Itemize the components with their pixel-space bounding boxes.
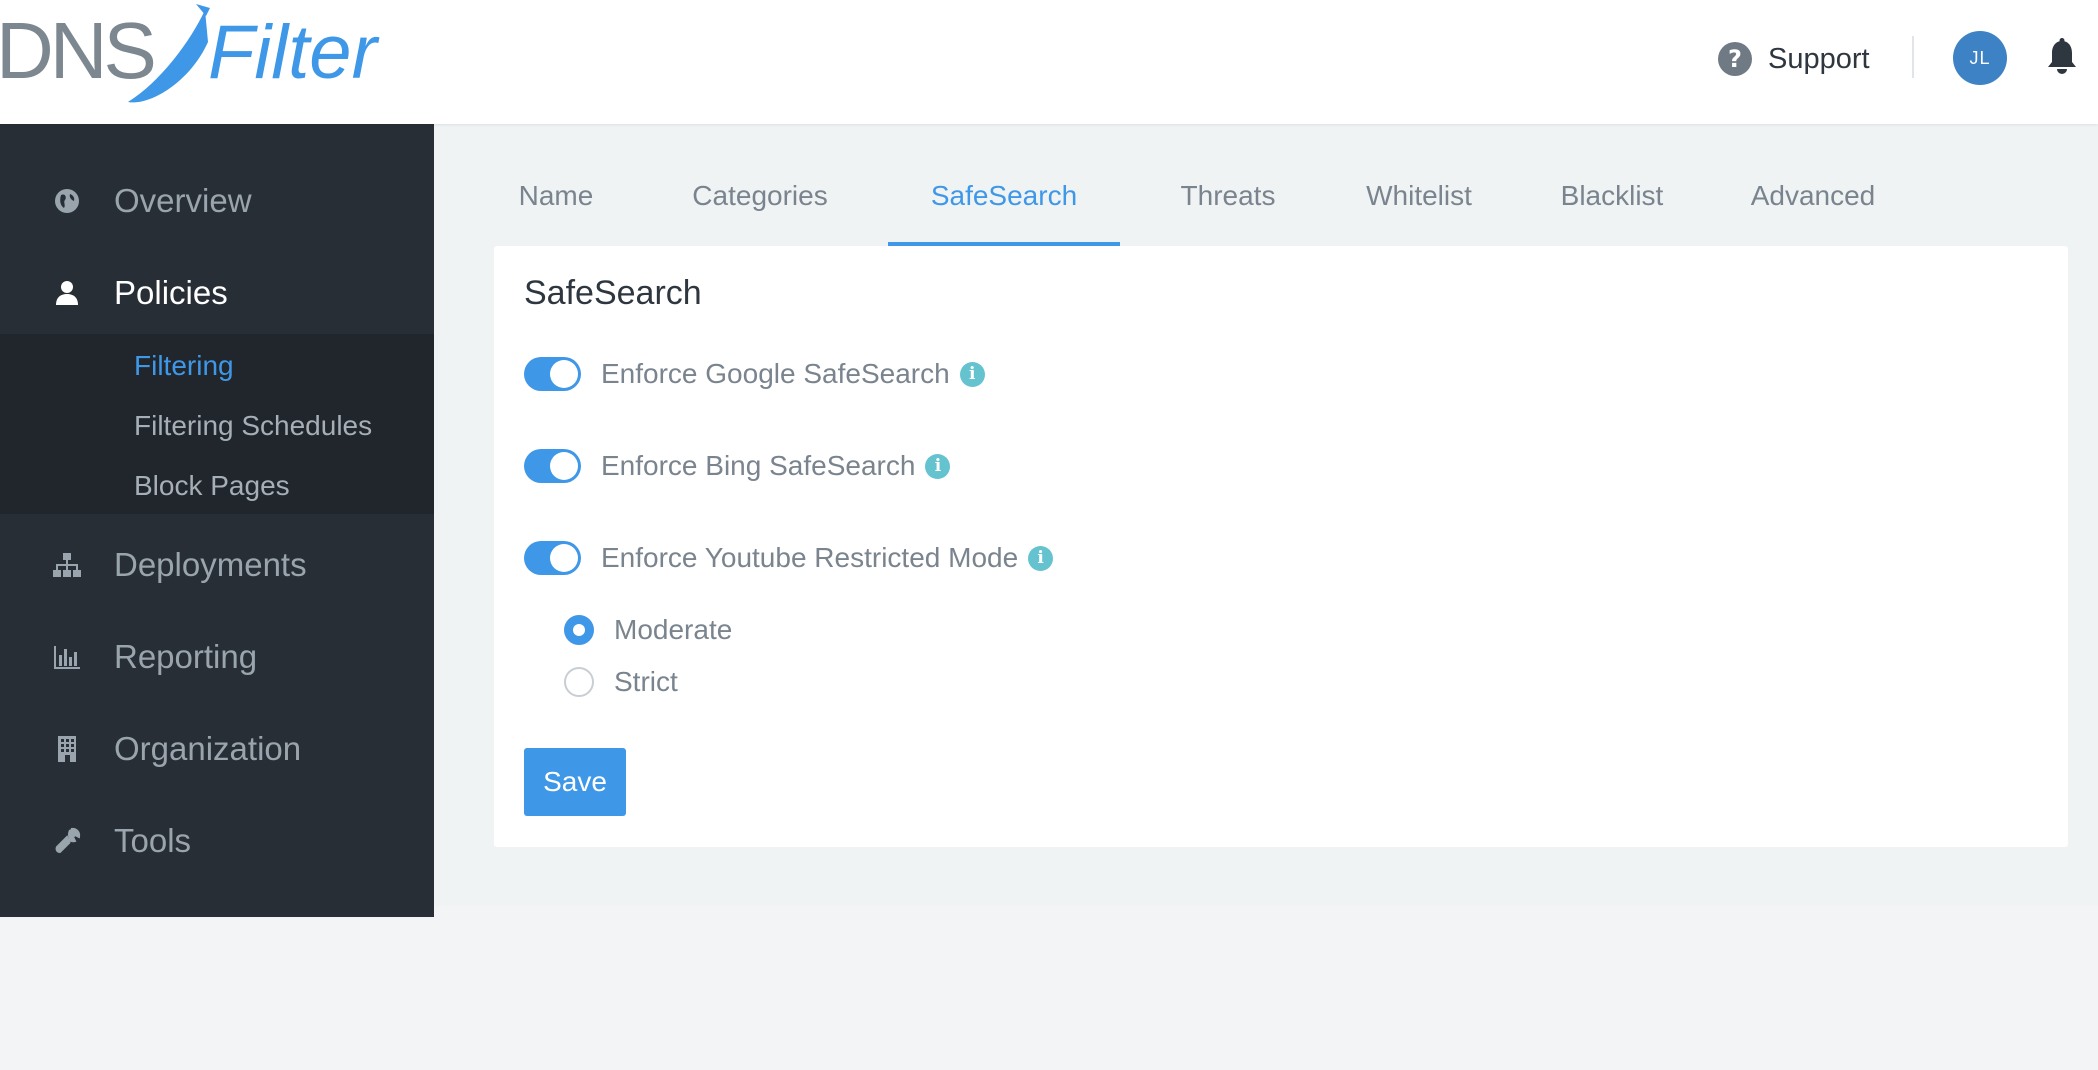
google-safesearch-row: Enforce Google SafeSearch i [524,354,985,394]
tab-safesearch[interactable]: SafeSearch [888,152,1120,246]
sidebar-item-tools[interactable]: Tools [0,806,434,876]
bar-chart-icon [52,642,82,672]
tab-threats[interactable]: Threats [1166,152,1290,246]
user-icon [52,278,82,308]
toggle-knob [550,360,578,388]
sidebar-nav: Overview Policies Filtering Filtering Sc… [0,124,434,917]
sidebar-item-overview[interactable]: Overview [0,166,434,236]
bell-icon[interactable] [2047,38,2077,76]
youtube-mode-strict[interactable]: Strict [564,664,678,700]
safesearch-card: SafeSearch Enforce Google SafeSearch i E… [494,246,2068,847]
sidebar-item-reporting[interactable]: Reporting [0,622,434,692]
subnav-item-filtering-schedules[interactable]: Filtering Schedules [134,410,372,442]
question-circle-icon: ? [1718,42,1752,76]
sidebar-item-deployments[interactable]: Deployments [0,530,434,600]
sidebar-item-organization[interactable]: Organization [0,714,434,784]
radio-label: Strict [614,666,678,697]
sitemap-icon [52,550,82,580]
info-icon[interactable]: i [1028,545,1054,571]
logo-text-dns: DNS [0,6,154,95]
sidebar-item-label: Deployments [114,546,307,583]
info-icon[interactable]: i [959,361,985,387]
radio-label: Moderate [614,614,733,645]
logo-text-filter: Filter [208,10,380,95]
tab-whitelist[interactable]: Whitelist [1348,152,1490,246]
globe-icon [52,186,82,216]
subnav-item-filtering[interactable]: Filtering [134,350,234,382]
dnsfilter-logo[interactable]: DNS Filter [0,2,430,114]
radio-moderate[interactable] [564,615,594,645]
tab-blacklist[interactable]: Blacklist [1546,152,1678,246]
sidebar-item-label: Overview [114,182,252,219]
bing-safesearch-label: Enforce Bing SafeSearch [601,450,916,481]
sidebar-item-label: Reporting [114,638,258,675]
subnav-item-block-pages[interactable]: Block Pages [134,470,290,502]
support-label: Support [1768,42,1870,75]
youtube-restricted-label: Enforce Youtube Restricted Mode [601,542,1019,573]
policies-subnav: Filtering Filtering Schedules Block Page… [0,334,434,514]
info-icon[interactable]: i [925,453,951,479]
main-content: Name Categories SafeSearch Threats White… [434,124,2098,906]
youtube-restricted-row: Enforce Youtube Restricted Mode i [524,538,1054,578]
toggle-knob [550,544,578,572]
sidebar-item-label: Organization [114,730,302,767]
sidebar-item-policies[interactable]: Policies [0,258,434,328]
bing-safesearch-toggle[interactable] [524,449,581,483]
google-safesearch-label: Enforce Google SafeSearch [601,358,950,389]
top-header: DNS Filter ? Support JL [0,0,2098,124]
support-link[interactable]: ? Support [1718,38,1870,80]
sidebar-item-label: Tools [114,822,192,859]
sidebar-item-label: Policies [114,274,228,311]
radio-strict[interactable] [564,667,594,697]
youtube-restricted-toggle[interactable] [524,541,581,575]
tab-advanced[interactable]: Advanced [1736,152,1890,246]
save-button[interactable]: Save [524,748,626,816]
card-title: SafeSearch [524,274,702,312]
tab-categories[interactable]: Categories [678,152,842,246]
bing-safesearch-row: Enforce Bing SafeSearch i [524,446,951,486]
youtube-mode-moderate[interactable]: Moderate [564,612,732,648]
toggle-knob [550,452,578,480]
header-divider [1912,36,1914,78]
wrench-icon [52,826,82,856]
user-avatar[interactable]: JL [1953,31,2007,85]
google-safesearch-toggle[interactable] [524,357,581,391]
tab-name[interactable]: Name [494,152,618,246]
building-icon [52,734,82,764]
